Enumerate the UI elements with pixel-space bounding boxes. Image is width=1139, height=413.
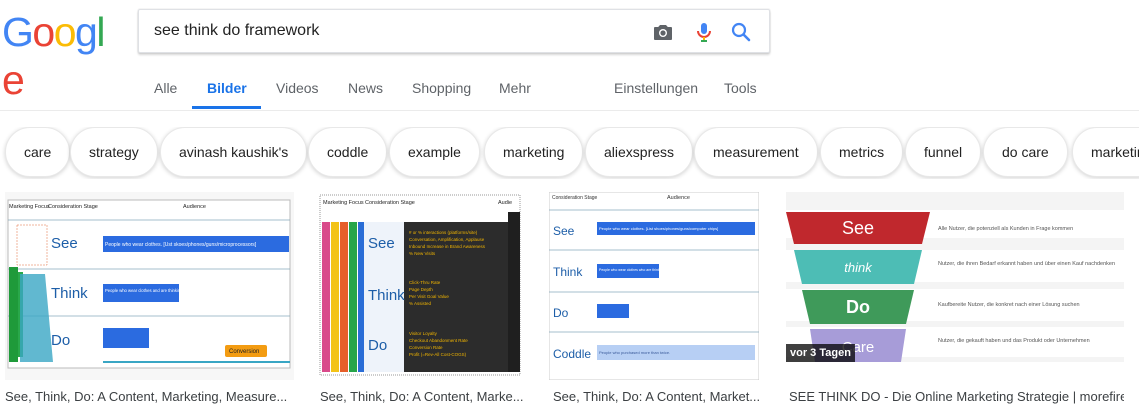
thumb-header-consideration: Consideration Stage bbox=[48, 204, 98, 210]
chip-example[interactable]: example bbox=[389, 127, 480, 177]
thumb-stage-do: Do bbox=[368, 337, 387, 354]
active-tab-indicator bbox=[192, 106, 261, 109]
result-title[interactable]: SEE THINK DO - Die Online Marketing Stra… bbox=[789, 389, 1124, 404]
thumb-stage-think: think bbox=[844, 260, 873, 275]
header-divider bbox=[0, 110, 1139, 111]
tab-shopping[interactable]: Shopping bbox=[412, 80, 471, 96]
logo-letter: G bbox=[2, 9, 34, 55]
chip-marketing-2[interactable]: marketin bbox=[1072, 127, 1139, 177]
chip-funnel[interactable]: funnel bbox=[905, 127, 982, 177]
thumb-stage-think: Think bbox=[553, 265, 583, 279]
thumb-stage-see: See bbox=[553, 224, 575, 238]
thumb-think-line: Click-Thru Rate bbox=[409, 280, 441, 285]
thumb-header-audience: Audie bbox=[498, 200, 512, 206]
thumb-do-line: Conversion Rate bbox=[409, 345, 443, 350]
see-think-do-table-image: Marketing Focus Consideration Stage Audi… bbox=[5, 192, 294, 380]
thumb-stage-see: See bbox=[51, 235, 78, 252]
tab-bilder[interactable]: Bilder bbox=[207, 80, 247, 96]
see-think-do-care-funnel-image: See think Do Care Alle Nutzer, die poten… bbox=[786, 192, 1124, 362]
thumb-description: Kaufbereite Nutzer, die konkret nach ein… bbox=[938, 302, 1080, 308]
chip-measurement[interactable]: measurement bbox=[694, 127, 818, 177]
thumb-header-consideration: Consideration Stage bbox=[365, 200, 415, 206]
google-logo[interactable]: Google bbox=[2, 8, 124, 103]
tab-more[interactable]: Mehr bbox=[499, 80, 531, 96]
see-think-do-metrics-image: Marketing Focus Consideration Stage Audi… bbox=[318, 192, 523, 380]
thumb-header-audience: Audience bbox=[183, 204, 206, 210]
result-title[interactable]: See, Think, Do: A Content, Marketing, Me… bbox=[5, 389, 294, 404]
thumb-think-line: % Assisted bbox=[409, 301, 432, 306]
search-tabs: Alle Bilder Videos News Shopping Mehr Ei… bbox=[0, 70, 1139, 112]
search-icon[interactable] bbox=[729, 20, 753, 44]
thumb-do-line: Visitor Loyalty bbox=[409, 331, 438, 336]
thumb-do-line: Checkout Abandonment Rate bbox=[409, 338, 468, 343]
thumb-do-line: Profit (=Rev-All Cost-COGS) bbox=[409, 352, 467, 357]
thumb-stage-do: Do bbox=[846, 297, 870, 317]
camera-icon[interactable] bbox=[651, 20, 675, 44]
thumb-stage-see: See bbox=[842, 218, 874, 238]
tab-videos[interactable]: Videos bbox=[276, 80, 319, 96]
logo-letter: o bbox=[32, 9, 55, 55]
tools-link[interactable]: Tools bbox=[724, 80, 757, 96]
result-thumbnail[interactable]: Marketing Focus Consideration Stage Audi… bbox=[5, 192, 294, 380]
result-thumbnail[interactable]: See think Do Care Alle Nutzer, die poten… bbox=[786, 192, 1124, 362]
thumb-header-consideration: Consideration Stage bbox=[552, 195, 598, 201]
thumb-stage-do: Do bbox=[51, 332, 70, 349]
thumb-see-line: Inbound Increase in Brand Awareness bbox=[409, 244, 486, 249]
microphone-icon[interactable] bbox=[692, 20, 716, 44]
date-badge: vor 3 Tagen bbox=[786, 344, 855, 362]
related-searches-chips: care strategy avinash kaushik's coddle e… bbox=[0, 127, 1139, 179]
thumb-see-line: % New Visits bbox=[409, 251, 436, 256]
settings-link[interactable]: Einstellungen bbox=[614, 80, 698, 96]
thumb-header-marketing: Marketing Focus bbox=[9, 204, 50, 210]
chip-do-care[interactable]: do care bbox=[983, 127, 1068, 177]
result-title[interactable]: See, Think, Do: A Content, Marke... bbox=[320, 389, 523, 404]
thumb-think-line: Page Depth bbox=[409, 287, 433, 292]
logo-letter: g bbox=[75, 9, 98, 55]
search-box[interactable] bbox=[138, 9, 770, 53]
thumb-header-marketing: Marketing Focus bbox=[323, 200, 364, 206]
logo-letter: o bbox=[53, 9, 77, 55]
thumb-description: Nutzer, die gekauft haben und das Produk… bbox=[938, 338, 1090, 344]
chip-marketing[interactable]: marketing bbox=[484, 127, 584, 177]
thumb-think-line: Per Visit Goal Value bbox=[409, 294, 449, 299]
thumb-cell-think: People who wear clothes and are thinking… bbox=[105, 288, 215, 293]
thumb-stage-think: Think bbox=[51, 285, 88, 302]
thumb-description: Nutzer, die ihren Bedarf erkannt haben u… bbox=[938, 261, 1115, 267]
chip-coddle[interactable]: coddle bbox=[308, 127, 388, 177]
thumb-see-line: Conversation, Amplification, Applause bbox=[409, 237, 485, 242]
thumb-cell-coddle: People who purchased more than twice. bbox=[599, 350, 670, 355]
logo-letter: l bbox=[96, 9, 105, 55]
search-input[interactable] bbox=[154, 10, 634, 52]
thumb-cell-see: People who wear clothes. [Ust skoes/phon… bbox=[105, 242, 257, 248]
result-thumbnail[interactable]: Consideration Stage Audience See Think D… bbox=[549, 192, 759, 380]
thumb-stage-think: Think bbox=[368, 287, 405, 304]
see-think-do-coddle-image: Consideration Stage Audience See Think D… bbox=[549, 192, 759, 380]
chip-care[interactable]: care bbox=[5, 127, 71, 177]
thumb-cell-think: People who wear clothes who are thinking… bbox=[599, 268, 691, 272]
thumb-header-audience: Audience bbox=[667, 195, 690, 201]
thumb-stage-see: See bbox=[368, 235, 395, 252]
chip-avinash-kaushiks[interactable]: avinash kaushik's bbox=[160, 127, 308, 177]
thumb-stage-do: Do bbox=[553, 306, 569, 320]
tab-news[interactable]: News bbox=[348, 80, 383, 96]
result-thumbnail[interactable]: Marketing Focus Consideration Stage Audi… bbox=[318, 192, 523, 380]
chip-strategy[interactable]: strategy bbox=[70, 127, 158, 177]
thumb-see-line: # or % interactions (platforms/site) bbox=[409, 230, 478, 235]
thumb-stage-coddle: Coddle bbox=[553, 347, 591, 361]
result-title[interactable]: See, Think, Do: A Content, Market... bbox=[553, 389, 759, 404]
chip-metrics[interactable]: metrics bbox=[820, 127, 904, 177]
chip-aliexspress[interactable]: aliexspress bbox=[585, 127, 694, 177]
thumb-callout: Conversion bbox=[229, 349, 259, 355]
tab-alle[interactable]: Alle bbox=[154, 80, 177, 96]
thumb-description: Alle Nutzer, die potenziell als Kunden i… bbox=[938, 226, 1073, 232]
thumb-cell-see: People who wear clothes. [List shoes/pho… bbox=[599, 226, 718, 231]
